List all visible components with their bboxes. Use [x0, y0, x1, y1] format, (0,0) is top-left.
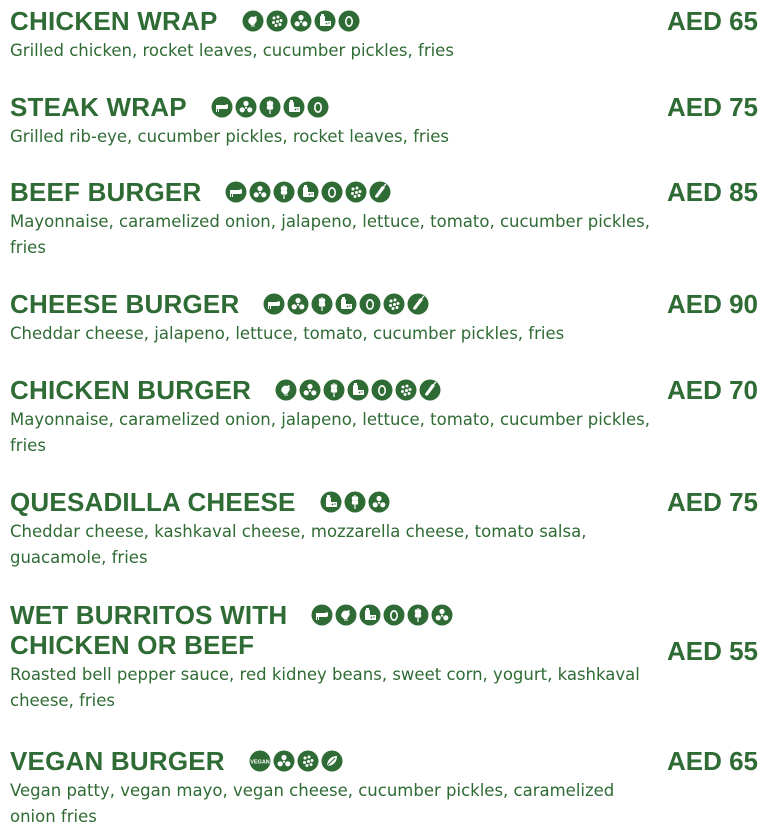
item-description: Mayonnaise, caramelized onion, jalapeno,… — [10, 212, 650, 257]
item-name: QUESADILLA CHEESE — [10, 487, 296, 517]
item-name: BEEF BURGER — [10, 177, 202, 207]
allergen-icons — [263, 293, 429, 315]
allergen-icons — [225, 181, 391, 203]
beef-icon — [263, 293, 285, 315]
nuts-icon — [368, 491, 390, 513]
item-price: AED 85 — [666, 177, 758, 207]
item-name-line2: CHICKEN OR BEEF — [10, 630, 255, 660]
leaf-icon — [321, 750, 343, 772]
gluten-icon — [259, 96, 281, 118]
chicken-icon — [335, 604, 357, 626]
seeds-icon — [345, 181, 367, 203]
nuts-icon — [299, 379, 321, 401]
allergen-icons — [320, 491, 390, 513]
item-description: Grilled rib-eye, cucumber pickles, rocke… — [10, 127, 450, 146]
item-price: AED 65 — [666, 6, 758, 36]
item-price: AED 75 — [666, 487, 758, 517]
item-name: STEAK WRAP — [10, 92, 187, 122]
dairy-icon — [359, 604, 381, 626]
item-price: AED 65 — [666, 746, 758, 776]
menu-item: CHICKEN BURGER AED 70 Mayonnaise, carame… — [10, 375, 758, 459]
egg-icon — [359, 293, 381, 315]
item-description: Mayonnaise, caramelized onion, jalapeno,… — [10, 410, 650, 455]
gluten-icon — [273, 181, 295, 203]
item-name: CHEESE BURGER — [10, 289, 240, 319]
chicken-icon — [242, 10, 264, 32]
menu-item: QUESADILLA CHEESE AED 75 Cheddar cheese,… — [10, 487, 758, 571]
item-price: AED 70 — [666, 375, 758, 405]
gluten-icon — [344, 491, 366, 513]
seeds-icon — [395, 379, 417, 401]
beef-icon — [211, 96, 233, 118]
dairy-icon — [335, 293, 357, 315]
item-price: AED 55 — [666, 636, 758, 666]
svg-text:VEGAN: VEGAN — [250, 760, 270, 766]
allergen-icons — [311, 604, 453, 626]
egg-icon — [307, 96, 329, 118]
gluten-icon — [407, 604, 429, 626]
item-name: CHICKEN WRAP — [10, 6, 218, 36]
seeds-icon — [297, 750, 319, 772]
seeds-icon — [266, 10, 288, 32]
dairy-icon — [314, 10, 336, 32]
egg-icon — [383, 604, 405, 626]
menu-item: BEEF BURGER AED 85 Mayonnaise, carameliz… — [10, 177, 758, 261]
item-price: AED 90 — [666, 289, 758, 319]
item-price: AED 75 — [666, 92, 758, 122]
menu-item: STEAK WRAP AED 75 Grilled rib-eye, cucum… — [10, 92, 758, 150]
chicken-icon — [275, 379, 297, 401]
egg-icon — [371, 379, 393, 401]
menu-item: VEGAN BURGER VEGAN AED 65 Vegan patty, v… — [10, 746, 758, 830]
allergen-icons — [275, 379, 441, 401]
dairy-icon — [347, 379, 369, 401]
allergen-icons — [211, 96, 329, 118]
menu-page: CHICKEN WRAP AED 65 Grilled chicken, roc… — [0, 0, 760, 829]
beef-icon — [311, 604, 333, 626]
nuts-icon — [290, 10, 312, 32]
gluten-icon — [311, 293, 333, 315]
vegan-icon: VEGAN — [249, 750, 271, 772]
chili-icon — [407, 293, 429, 315]
item-name: VEGAN BURGER — [10, 746, 225, 776]
chili-icon — [419, 379, 441, 401]
seeds-icon — [383, 293, 405, 315]
nuts-icon — [235, 96, 257, 118]
egg-icon — [321, 181, 343, 203]
gluten-icon — [323, 379, 345, 401]
allergen-icons — [242, 10, 360, 32]
allergen-icons: VEGAN — [249, 750, 343, 772]
item-description: Cheddar cheese, jalapeno, lettuce, tomat… — [10, 324, 565, 343]
dairy-icon — [283, 96, 305, 118]
chili-icon — [369, 181, 391, 203]
nuts-icon — [249, 181, 271, 203]
item-description: Grilled chicken, rocket leaves, cucumber… — [10, 41, 454, 60]
nuts-icon — [273, 750, 295, 772]
item-description: Cheddar cheese, kashkaval cheese, mozzar… — [10, 522, 587, 567]
item-name: CHICKEN BURGER — [10, 375, 252, 405]
egg-icon — [338, 10, 360, 32]
menu-item: WET BURRITOS WITH AED 55 CHICKEN OR BEEF… — [10, 600, 758, 714]
beef-icon — [225, 181, 247, 203]
nuts-icon — [431, 604, 453, 626]
dairy-icon — [320, 491, 342, 513]
menu-item: CHICKEN WRAP AED 65 Grilled chicken, roc… — [10, 6, 758, 64]
nuts-icon — [287, 293, 309, 315]
menu-item: CHEESE BURGER AED 90 Cheddar cheese, jal… — [10, 289, 758, 347]
item-description: Roasted bell pepper sauce, red kidney be… — [10, 665, 640, 710]
dairy-icon — [297, 181, 319, 203]
item-name: WET BURRITOS WITH — [10, 600, 288, 630]
item-description: Vegan patty, vegan mayo, vegan cheese, c… — [10, 781, 615, 826]
